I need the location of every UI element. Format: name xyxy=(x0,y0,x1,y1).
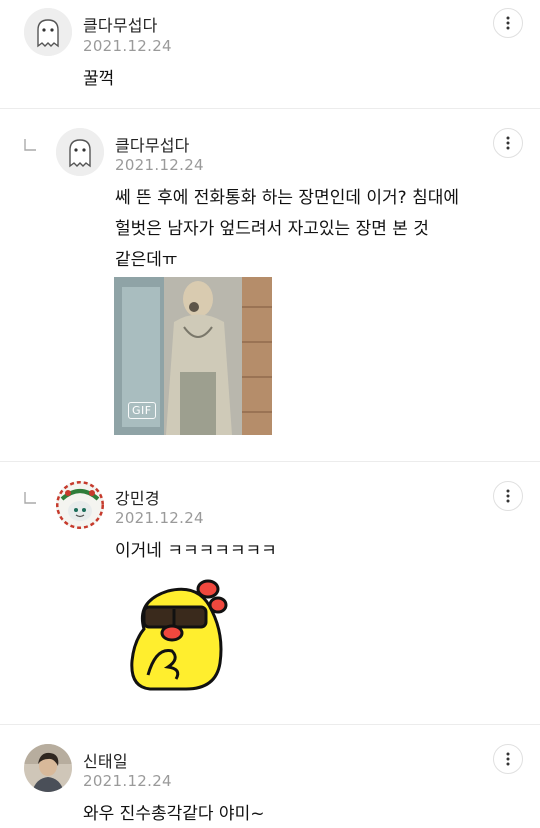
comment-text: 와우 진수총각같다 야미~ xyxy=(83,804,265,824)
comment-text-line: 쎄 뜬 후에 전화통화 하는 장면인데 이거? 침대에 xyxy=(115,188,460,208)
comment-date: 2021.12.24 xyxy=(83,772,172,790)
comment-date: 2021.12.24 xyxy=(83,37,172,55)
comment-text: 꿀꺽 xyxy=(83,69,115,89)
more-vertical-icon xyxy=(506,16,510,30)
comment-author[interactable]: 신태일 xyxy=(83,748,128,772)
comment-author[interactable]: 강민경 xyxy=(115,485,160,509)
ghost-avatar-icon xyxy=(56,128,104,176)
comment-text-line: 같은데ㅠ xyxy=(115,250,178,270)
comment-text: 이거네 ㅋㅋㅋㅋㅋㅋㅋ xyxy=(115,541,277,561)
comment-reply-item: 강민경 2021.12.24 이거네 ㅋㅋㅋㅋㅋㅋㅋ xyxy=(0,462,540,724)
ghost-avatar-icon xyxy=(24,8,72,56)
reply-arrow-icon xyxy=(23,491,37,505)
more-options-button[interactable] xyxy=(493,744,523,774)
gif-attachment[interactable]: GIF xyxy=(114,277,272,435)
avatar[interactable] xyxy=(24,8,72,56)
comment-date: 2021.12.24 xyxy=(115,509,204,527)
reply-arrow-icon xyxy=(23,138,37,152)
more-options-button[interactable] xyxy=(493,128,523,158)
comment-text: 쎄 뜬 후에 전화통화 하는 장면인데 이거? 침대에 헐벗은 남자가 엎드려서… xyxy=(115,183,515,276)
avatar[interactable] xyxy=(56,128,104,176)
gif-badge: GIF xyxy=(128,402,156,419)
more-options-button[interactable] xyxy=(493,8,523,38)
comment-text-line: 헐벗은 남자가 엎드려서 자고있는 장면 본 것 xyxy=(115,219,429,239)
sunglasses-chick-sticker[interactable] xyxy=(126,577,230,693)
photo-avatar-icon xyxy=(24,744,72,792)
comment-item: 신태일 2021.12.24 와우 진수총각같다 야미~ xyxy=(0,725,540,828)
avatar[interactable] xyxy=(24,744,72,792)
comment-date: 2021.12.24 xyxy=(115,156,204,174)
more-vertical-icon xyxy=(506,489,510,503)
more-vertical-icon xyxy=(506,136,510,150)
avatar[interactable] xyxy=(56,481,104,529)
comment-author[interactable]: 클다무섭다 xyxy=(83,12,158,36)
more-options-button[interactable] xyxy=(493,481,523,511)
christmas-avatar-icon xyxy=(56,481,104,529)
comment-reply-item: 클다무섭다 2021.12.24 쎄 뜬 후에 전화통화 하는 장면인데 이거?… xyxy=(0,109,540,461)
comment-item: 클다무섭다 2021.12.24 꿀꺽 xyxy=(0,0,540,108)
comment-author[interactable]: 클다무섭다 xyxy=(115,132,190,156)
more-vertical-icon xyxy=(506,752,510,766)
sunglasses-chick-sticker-icon xyxy=(130,579,228,691)
